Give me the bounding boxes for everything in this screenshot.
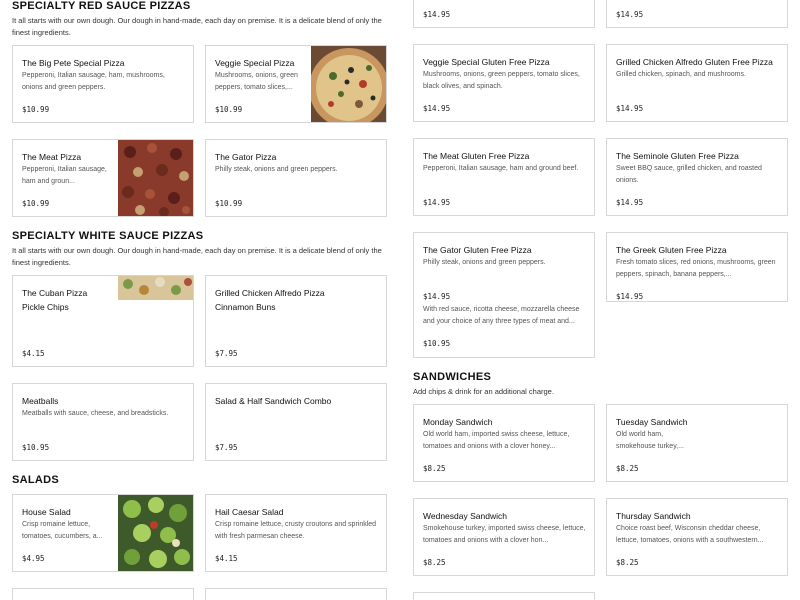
item-description: Sweet BBQ sauce, grilled chicken, and ro… bbox=[616, 165, 762, 184]
item-name: Thursday Sandwich bbox=[616, 511, 691, 521]
menu-item-hail-caesar-salad[interactable]: Hail Caesar Salad Crisp romaine lettuce,… bbox=[205, 494, 387, 572]
item-price: $14.95 bbox=[616, 104, 644, 113]
menu-item-seminole-gluten-free[interactable]: The Seminole Gluten Free Pizza Sweet BBQ… bbox=[606, 138, 788, 216]
menu-item-tuesday-sandwich[interactable]: Tuesday Sandwich Old world ham, smokehou… bbox=[606, 404, 788, 482]
menu-item-alfredo-gluten-free[interactable]: Grilled Chicken Alfredo Gluten Free Pizz… bbox=[606, 44, 788, 122]
white-sauce-description: It all starts with our own dough. Our do… bbox=[12, 246, 382, 267]
item-name: The Meat Pizza bbox=[22, 152, 82, 162]
item-description: Fresh tomato slices, red onions, mushroo… bbox=[616, 259, 776, 278]
menu-item-veggie-special[interactable]: Veggie Special Pizza Mushrooms, onions, … bbox=[205, 45, 387, 123]
menu-item-cuban-pizza[interactable]: The Cuban Pizza Pickle Chips $4.15 bbox=[12, 275, 194, 367]
overlapping-item-price: $10.95 bbox=[423, 339, 451, 348]
house-salad-photo bbox=[118, 495, 193, 571]
item-price: $14.95 bbox=[423, 104, 451, 113]
item-name: The Meat Gluten Free Pizza bbox=[423, 151, 530, 161]
item-name-secondary: Cinnamon Buns bbox=[215, 302, 276, 312]
item-name: The Gator Gluten Free Pizza bbox=[423, 245, 532, 255]
item-name: Meatballs bbox=[22, 396, 59, 406]
item-price: $10.99 bbox=[215, 199, 243, 208]
item-description: Crisp romaine lettuce, crusty croutons a… bbox=[215, 521, 377, 540]
item-name: The Big Pete Special Pizza bbox=[22, 58, 125, 68]
item-name: Monday Sandwich bbox=[423, 417, 493, 427]
item-name: Grilled Chicken Alfredo Pizza bbox=[215, 288, 325, 298]
menu-item-meat-pizza[interactable]: The Meat Pizza Pepperoni, Italian sausag… bbox=[12, 139, 194, 217]
red-sauce-description: It all starts with our own dough. Our do… bbox=[12, 16, 382, 37]
item-price: $8.25 bbox=[616, 558, 639, 567]
menu-item-partial[interactable] bbox=[205, 588, 387, 600]
item-name: Tuesday Sandwich bbox=[616, 417, 688, 427]
item-price: $14.95 bbox=[616, 198, 644, 207]
sandwiches-description: Add chips & drink for an additional char… bbox=[413, 387, 554, 396]
item-price: $10.99 bbox=[22, 105, 50, 114]
meat-pizza-photo bbox=[118, 140, 193, 216]
menu-item-veggie-gluten-free[interactable]: Veggie Special Gluten Free Pizza Mushroo… bbox=[413, 44, 595, 122]
item-price: $10.99 bbox=[22, 199, 50, 208]
menu-item-top-partial[interactable]: $14.95 bbox=[413, 0, 595, 28]
item-description: Old world ham, imported swiss cheese, le… bbox=[423, 431, 570, 450]
white-sauce-title: SPECIALTY WHITE SAUCE PIZZAS bbox=[12, 230, 204, 242]
menu-item-wednesday-sandwich[interactable]: Wednesday Sandwich Smokehouse turkey, im… bbox=[413, 498, 595, 576]
item-description: Meatballs with sauce, cheese, and breads… bbox=[22, 410, 169, 417]
item-name: The Greek Gluten Free Pizza bbox=[616, 245, 727, 255]
item-price: $10.99 bbox=[215, 105, 243, 114]
item-description: Crisp romaine lettuce, tomatoes, cucumbe… bbox=[22, 521, 103, 540]
item-name: House Salad bbox=[22, 507, 71, 517]
item-price: $8.25 bbox=[423, 558, 446, 567]
item-description: Philly steak, onions and green peppers. bbox=[423, 259, 546, 266]
item-name: Hail Caesar Salad bbox=[215, 507, 284, 517]
item-description: Pepperoni, Italian sausage, ham and grou… bbox=[22, 166, 107, 185]
menu-item-meat-gluten-free[interactable]: The Meat Gluten Free Pizza Pepperoni, It… bbox=[413, 138, 595, 216]
item-price: $8.25 bbox=[423, 464, 446, 473]
item-description: Grilled chicken, spinach, and mushrooms. bbox=[616, 71, 746, 78]
menu-item-salad-sandwich-combo[interactable]: Salad & Half Sandwich Combo $7.95 bbox=[205, 383, 387, 461]
red-sauce-title: SPECIALTY RED SAUCE PIZZAS bbox=[12, 0, 191, 12]
item-name: Wednesday Sandwich bbox=[423, 511, 507, 521]
item-name: Grilled Chicken Alfredo Gluten Free Pizz… bbox=[616, 57, 773, 67]
sandwiches-title: SANDWICHES bbox=[413, 371, 492, 383]
item-description: Old world ham, smokehouse turkey,... bbox=[616, 431, 684, 450]
item-name: The Gator Pizza bbox=[215, 152, 277, 162]
item-price: $10.95 bbox=[22, 443, 50, 452]
item-price: $14.95 bbox=[423, 198, 451, 207]
menu-item-house-salad[interactable]: House Salad Crisp romaine lettuce, tomat… bbox=[12, 494, 194, 572]
item-price: $8.25 bbox=[616, 464, 639, 473]
item-description: Mushrooms, onions, green peppers, tomato… bbox=[423, 71, 580, 90]
menu-item-gator-pizza[interactable]: The Gator Pizza Philly steak, onions and… bbox=[205, 139, 387, 217]
menu-item-gator-gluten-free[interactable]: The Gator Gluten Free Pizza Philly steak… bbox=[413, 232, 595, 358]
menu-item-monday-sandwich[interactable]: Monday Sandwich Old world ham, imported … bbox=[413, 404, 595, 482]
item-price: $14.95 bbox=[423, 292, 451, 301]
item-price: $4.15 bbox=[22, 349, 45, 358]
item-price: $4.95 bbox=[22, 554, 45, 563]
menu-item-partial[interactable] bbox=[413, 592, 595, 600]
item-name: The Cuban Pizza bbox=[22, 288, 88, 298]
item-description: Pepperoni, Italian sausage, ham, mushroo… bbox=[22, 72, 165, 91]
item-name: Salad & Half Sandwich Combo bbox=[215, 396, 332, 406]
item-description: Pepperoni, Italian sausage, ham and grou… bbox=[423, 165, 579, 172]
menu-item-grilled-chicken-alfredo[interactable]: Grilled Chicken Alfredo Pizza Cinnamon B… bbox=[205, 275, 387, 367]
item-description: Choice roast beef, Wisconsin cheddar che… bbox=[616, 525, 764, 544]
item-price: $7.95 bbox=[215, 349, 238, 358]
menu-item-partial[interactable] bbox=[12, 588, 194, 600]
menu-item-thursday-sandwich[interactable]: Thursday Sandwich Choice roast beef, Wis… bbox=[606, 498, 788, 576]
item-description: Mushrooms, onions, green peppers, tomato… bbox=[215, 72, 298, 91]
item-price: $14.95 bbox=[616, 10, 644, 19]
item-price: $14.95 bbox=[616, 292, 644, 301]
item-price: $14.95 bbox=[423, 10, 451, 19]
menu-item-big-pete[interactable]: The Big Pete Special Pizza Pepperoni, It… bbox=[12, 45, 194, 123]
item-name: Veggie Special Gluten Free Pizza bbox=[423, 57, 550, 67]
item-name: Veggie Special Pizza bbox=[215, 58, 295, 68]
veggie-pizza-photo bbox=[311, 46, 386, 122]
menu-item-greek-gluten-free[interactable]: The Greek Gluten Free Pizza Fresh tomato… bbox=[606, 232, 788, 302]
cuban-pizza-photo bbox=[118, 276, 193, 300]
menu-item-meatballs[interactable]: Meatballs Meatballs with sauce, cheese, … bbox=[12, 383, 194, 461]
item-name: The Seminole Gluten Free Pizza bbox=[616, 151, 739, 161]
item-name-secondary: Pickle Chips bbox=[22, 302, 69, 312]
item-description: Philly steak, onions and green peppers. bbox=[215, 166, 338, 173]
salads-title: SALADS bbox=[12, 474, 60, 486]
item-price: $7.95 bbox=[215, 443, 238, 452]
item-description: Smokehouse turkey, imported swiss cheese… bbox=[423, 525, 586, 544]
item-price: $4.15 bbox=[215, 554, 238, 563]
menu-item-top-partial[interactable]: $14.95 bbox=[606, 0, 788, 28]
overlapping-item-description: With red sauce, ricotta cheese, mozzarel… bbox=[423, 304, 593, 327]
